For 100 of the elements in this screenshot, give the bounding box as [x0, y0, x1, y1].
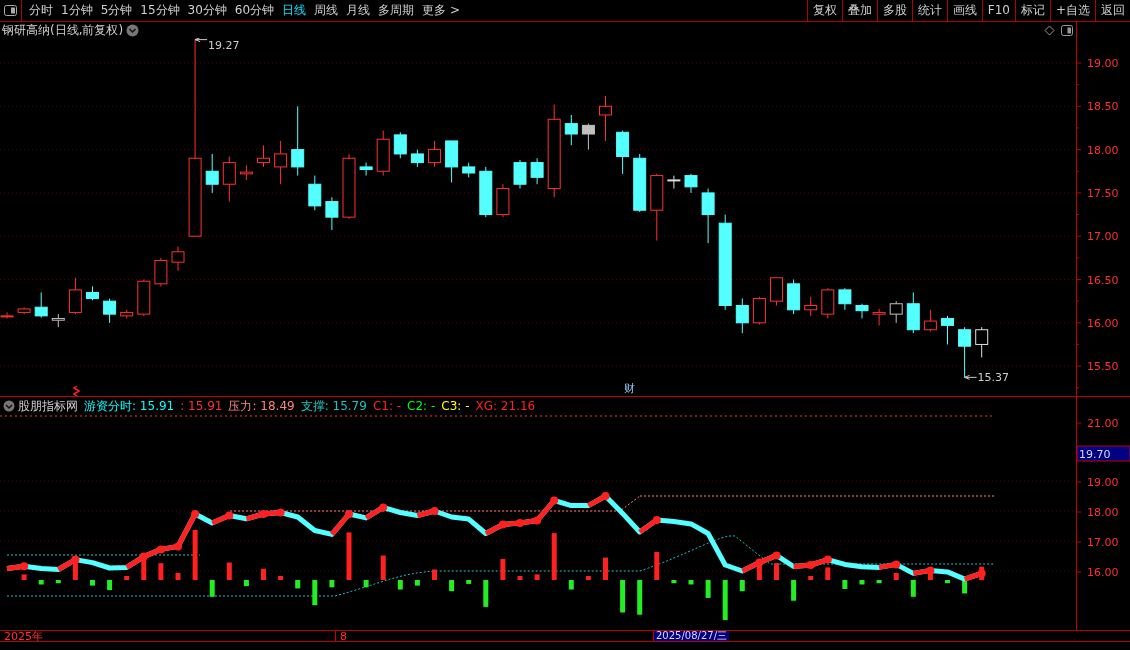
histogram-bar — [312, 580, 318, 606]
toolbar-button[interactable]: 统计 — [911, 0, 947, 21]
period-tab[interactable]: 分时 — [25, 0, 57, 21]
axis-label: 19.00 — [1087, 57, 1119, 70]
period-tab[interactable]: 60分钟 — [230, 0, 279, 21]
histogram-bar — [842, 580, 848, 589]
chart-title: 钢研高纳(日线,前复权) — [2, 22, 124, 38]
leader-line — [964, 374, 978, 380]
candlestick — [821, 287, 835, 319]
histogram-bar — [192, 530, 198, 580]
rising-segment — [963, 569, 986, 582]
candlestick — [0, 311, 14, 319]
toolbar-button[interactable]: 标记 — [1014, 0, 1050, 21]
period-tab[interactable]: 日线 — [278, 0, 311, 21]
histogram-bar — [449, 580, 455, 592]
candlestick — [171, 246, 185, 272]
candlestick — [633, 153, 647, 213]
candlestick — [393, 131, 407, 159]
rising-segment — [878, 560, 901, 570]
dropdown-icon[interactable] — [126, 23, 140, 37]
candlestick — [445, 140, 459, 183]
histogram-bar — [329, 580, 335, 588]
candlestick — [872, 308, 886, 326]
candlestick — [257, 144, 270, 168]
event-marker[interactable]: 财 — [624, 382, 635, 395]
histogram-bar — [825, 567, 831, 580]
candlestick — [889, 300, 903, 324]
panel-toggle-icon[interactable] — [1061, 24, 1073, 36]
rising-segment — [263, 508, 285, 517]
candlestick — [359, 162, 373, 177]
period-tab[interactable]: 周线 — [310, 0, 343, 21]
candlestick — [855, 303, 869, 319]
period-tab[interactable]: 1分钟 — [57, 0, 97, 21]
histogram-bar — [90, 580, 95, 586]
panel-toggle-icon[interactable] — [4, 5, 17, 16]
toolbar-button[interactable]: 返回 — [1095, 0, 1130, 21]
toolbar-button[interactable]: F10 — [981, 0, 1015, 21]
rising-segment — [364, 503, 388, 521]
indicator-value: XG: 21.16 — [475, 397, 536, 415]
indicator-value: : 15.91 — [180, 397, 223, 415]
axis-label: 18.50 — [1087, 100, 1119, 114]
period-tab[interactable]: 多周期 — [374, 0, 419, 21]
rising-segment — [912, 566, 935, 576]
dropdown-icon[interactable] — [3, 399, 15, 412]
histogram-bar — [876, 580, 882, 584]
candlestick — [787, 279, 801, 315]
candlestick — [103, 298, 117, 324]
histogram-bar — [568, 580, 574, 590]
rising-segment — [245, 510, 268, 522]
candlestick — [154, 257, 168, 287]
histogram-bar — [603, 557, 608, 580]
histogram-bar — [209, 580, 215, 597]
indicator-value: C3: - — [441, 397, 470, 415]
histogram-bar — [483, 580, 489, 607]
histogram-bar — [21, 574, 27, 580]
axis-label: 18.00 — [1087, 143, 1119, 157]
high-price-label: 19.27 — [208, 38, 240, 52]
rising-segment — [416, 507, 439, 518]
histogram-bar — [585, 576, 591, 580]
candlestick — [735, 298, 749, 334]
diamond-icon[interactable] — [1044, 24, 1055, 36]
axis-label: 16.00 — [1087, 316, 1119, 330]
candlestick — [496, 183, 510, 218]
indicator-name: 股朋指标网 — [18, 397, 78, 415]
candlestick — [376, 130, 390, 177]
rising-segment — [638, 516, 661, 535]
indicator-value: 支撑: 15.79 — [300, 397, 367, 415]
axis-label: 18.00 — [1087, 506, 1119, 519]
toolbar-button[interactable]: 叠加 — [841, 0, 877, 21]
rising-segment — [741, 558, 764, 574]
candlestick — [906, 292, 920, 334]
histogram-bar — [158, 563, 164, 580]
candlestick — [479, 166, 493, 218]
axis-label: 17.00 — [1087, 536, 1119, 549]
candlestick — [325, 196, 339, 231]
toolbar-button[interactable]: +自选 — [1049, 0, 1095, 21]
period-tab[interactable]: 30分钟 — [183, 0, 231, 21]
candlestick — [838, 287, 852, 311]
histogram-bar — [910, 580, 916, 597]
axis-label: 21.00 — [1087, 417, 1119, 430]
histogram-bar — [55, 580, 61, 584]
histogram-bar — [945, 580, 950, 584]
histogram-bar — [414, 580, 420, 586]
rising-segment — [211, 511, 234, 526]
toolbar-button[interactable]: 多股 — [876, 0, 912, 21]
period-tab[interactable]: 15分钟 — [136, 0, 184, 21]
period-tab[interactable]: 5分钟 — [96, 0, 137, 21]
period-tab[interactable]: 更多 > — [418, 0, 464, 21]
histogram-bar — [500, 559, 506, 580]
toolbar-button[interactable]: 复权 — [806, 0, 842, 21]
histogram-bar — [654, 552, 660, 580]
histogram-bar — [534, 574, 540, 580]
candlestick — [581, 123, 595, 151]
period-tab[interactable]: 月线 — [342, 0, 375, 21]
candlestick — [239, 164, 253, 181]
histogram-bar — [859, 580, 865, 585]
histogram-bar — [705, 580, 711, 598]
toolbar-button[interactable]: 画线 — [946, 0, 982, 21]
histogram-bar — [551, 533, 557, 580]
axis-label: 17.50 — [1087, 186, 1119, 200]
